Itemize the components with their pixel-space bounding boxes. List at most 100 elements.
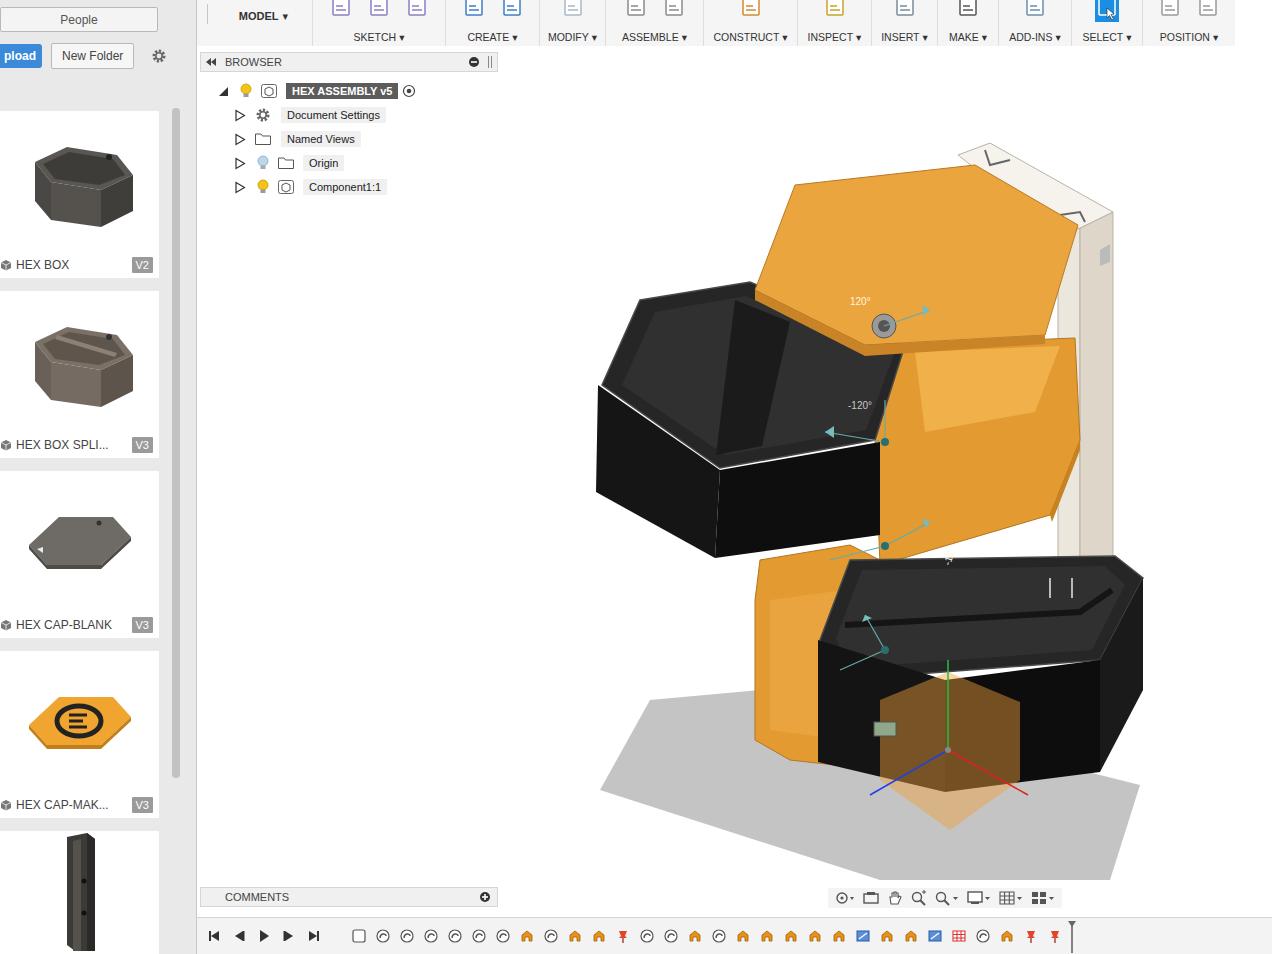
- timeline-component-icon[interactable]: [855, 928, 871, 944]
- toolbar-group[interactable]: MAKE▾: [937, 0, 998, 46]
- card-thumbnail[interactable]: [0, 471, 159, 612]
- timeline-joint-icon[interactable]: [375, 928, 391, 944]
- tool-icon[interactable]: [329, 0, 353, 22]
- toolbar-group[interactable]: CONSTRUCT▾: [703, 0, 797, 46]
- collapsed-triangle-icon[interactable]: [229, 157, 251, 170]
- toolbar-menu[interactable]: CREATE▾: [467, 24, 517, 43]
- lightbulb-on-icon[interactable]: [251, 179, 275, 195]
- timeline-pin-icon[interactable]: [615, 928, 631, 944]
- project-card-partial[interactable]: [0, 831, 159, 954]
- toolbar-group[interactable]: MODIFY▾: [539, 0, 605, 46]
- timeline-joint-icon[interactable]: [471, 928, 487, 944]
- toolbar-group[interactable]: ADD-INS▾: [998, 0, 1071, 46]
- timeline-joint-icon[interactable]: [663, 928, 679, 944]
- project-card[interactable]: HEX CAP-MAK...V3: [0, 651, 159, 818]
- canvas-viewport[interactable]: 120°-120°-12BROWSERHEX ASSEMBLY v5Docume…: [197, 46, 1272, 917]
- project-card[interactable]: HEX BOX SPLI...V3: [0, 291, 159, 458]
- timeline-move-icon[interactable]: [591, 928, 607, 944]
- toolbar-group[interactable]: INSERT▾: [871, 0, 937, 46]
- toolbar-group[interactable]: SELECT▾: [1071, 0, 1142, 46]
- lightbulb-off-icon[interactable]: [251, 155, 275, 171]
- timeline-joint-icon[interactable]: [399, 928, 415, 944]
- tree-row[interactable]: HEX ASSEMBLY v5: [200, 82, 498, 100]
- tool-icon[interactable]: [462, 0, 486, 22]
- display-settings-icon[interactable]: [966, 890, 992, 906]
- angle-dimension[interactable]: -120°: [848, 400, 872, 411]
- grid-icon[interactable]: [998, 890, 1024, 906]
- play-icon[interactable]: [256, 928, 272, 944]
- timeline-joint-icon[interactable]: [495, 928, 511, 944]
- gear-icon[interactable]: [151, 48, 167, 64]
- tool-icon[interactable]: [1196, 0, 1220, 22]
- toolbar-menu[interactable]: INSERT▾: [881, 24, 928, 43]
- tree-row[interactable]: Origin: [200, 154, 498, 172]
- lightbulb-on-icon[interactable]: [234, 83, 258, 99]
- tool-icon[interactable]: [500, 0, 524, 22]
- timeline-joint-icon[interactable]: [423, 928, 439, 944]
- scrollbar-track[interactable]: [172, 108, 180, 778]
- toolbar-group[interactable]: POSITION▾: [1142, 0, 1235, 46]
- timeline-move-icon[interactable]: [783, 928, 799, 944]
- step-back-icon[interactable]: [231, 928, 247, 944]
- timeline-move-icon[interactable]: [519, 928, 535, 944]
- card-thumbnail[interactable]: [0, 831, 159, 954]
- expanded-triangle-icon[interactable]: [212, 85, 234, 97]
- timeline-move-icon[interactable]: [567, 928, 583, 944]
- model-view[interactable]: 120°-120°-12: [197, 46, 1272, 917]
- activate-target-icon[interactable]: [402, 84, 416, 98]
- tool-icon[interactable]: [561, 0, 585, 22]
- tree-item-label[interactable]: Component1:1: [303, 179, 387, 195]
- tree-item-label[interactable]: Origin: [303, 155, 344, 171]
- minimize-icon[interactable]: [468, 56, 480, 68]
- toolbar-menu[interactable]: POSITION▾: [1160, 24, 1218, 43]
- timeline-joint-icon[interactable]: [975, 928, 991, 944]
- tree-row[interactable]: Named Views: [200, 130, 498, 148]
- grip-icon[interactable]: [488, 55, 493, 69]
- tool-icon[interactable]: [1023, 0, 1047, 22]
- toolbar-menu[interactable]: INSPECT▾: [808, 24, 862, 43]
- select-arrow-icon[interactable]: [1095, 0, 1119, 22]
- timeline-move-icon[interactable]: [999, 928, 1015, 944]
- toolbar-group[interactable]: CREATE▾: [445, 0, 539, 46]
- go-to-start-icon[interactable]: [206, 928, 222, 944]
- timeline-joint-icon[interactable]: [447, 928, 463, 944]
- tool-icon[interactable]: [367, 0, 391, 22]
- workspace-switcher[interactable]: MODEL▾: [215, 0, 312, 46]
- pan-hand-icon[interactable]: [886, 890, 904, 906]
- project-card[interactable]: HEX CAP-BLANKV3: [0, 471, 159, 638]
- tool-icon[interactable]: [662, 0, 686, 22]
- toolbar-menu[interactable]: SELECT▾: [1082, 24, 1131, 43]
- project-card[interactable]: HEX BOXV2: [0, 111, 159, 278]
- tool-icon[interactable]: [739, 0, 763, 22]
- toolbar-menu[interactable]: ASSEMBLE▾: [622, 24, 687, 43]
- timeline-component-icon[interactable]: [927, 928, 943, 944]
- toolbar-menu[interactable]: ADD-INS▾: [1009, 24, 1060, 43]
- toolbar-menu[interactable]: MODIFY▾: [548, 24, 597, 43]
- timeline-move-icon[interactable]: [879, 928, 895, 944]
- tree-item-label[interactable]: Named Views: [281, 131, 361, 147]
- timeline-pin-icon[interactable]: [1047, 928, 1063, 944]
- card-thumbnail[interactable]: [0, 651, 159, 792]
- timeline-joint-icon[interactable]: [639, 928, 655, 944]
- toolbar-group[interactable]: INSPECT▾: [797, 0, 871, 46]
- toolbar-group[interactable]: SKETCH▾: [312, 0, 445, 46]
- toolbar-menu[interactable]: SKETCH▾: [354, 24, 405, 43]
- step-forward-icon[interactable]: [281, 928, 297, 944]
- viewports-icon[interactable]: [1030, 890, 1056, 906]
- tool-icon[interactable]: [956, 0, 980, 22]
- card-thumbnail[interactable]: [0, 111, 159, 252]
- tool-icon[interactable]: [893, 0, 917, 22]
- timeline-sketch-icon[interactable]: [351, 928, 367, 944]
- collapse-icon[interactable]: [205, 57, 217, 67]
- tool-icon[interactable]: [823, 0, 847, 22]
- toolbar-group[interactable]: ASSEMBLE▾: [605, 0, 703, 46]
- angle-dimension[interactable]: 120°: [850, 296, 871, 307]
- toolbar-menu[interactable]: MAKE▾: [949, 24, 987, 43]
- collapsed-triangle-icon[interactable]: [229, 109, 251, 122]
- timeline-move-icon[interactable]: [831, 928, 847, 944]
- timeline-move-icon[interactable]: [807, 928, 823, 944]
- collapsed-triangle-icon[interactable]: [229, 181, 251, 194]
- go-to-end-icon[interactable]: [306, 928, 322, 944]
- tree-row[interactable]: Component1:1: [200, 178, 498, 196]
- add-comment-icon[interactable]: [479, 891, 491, 903]
